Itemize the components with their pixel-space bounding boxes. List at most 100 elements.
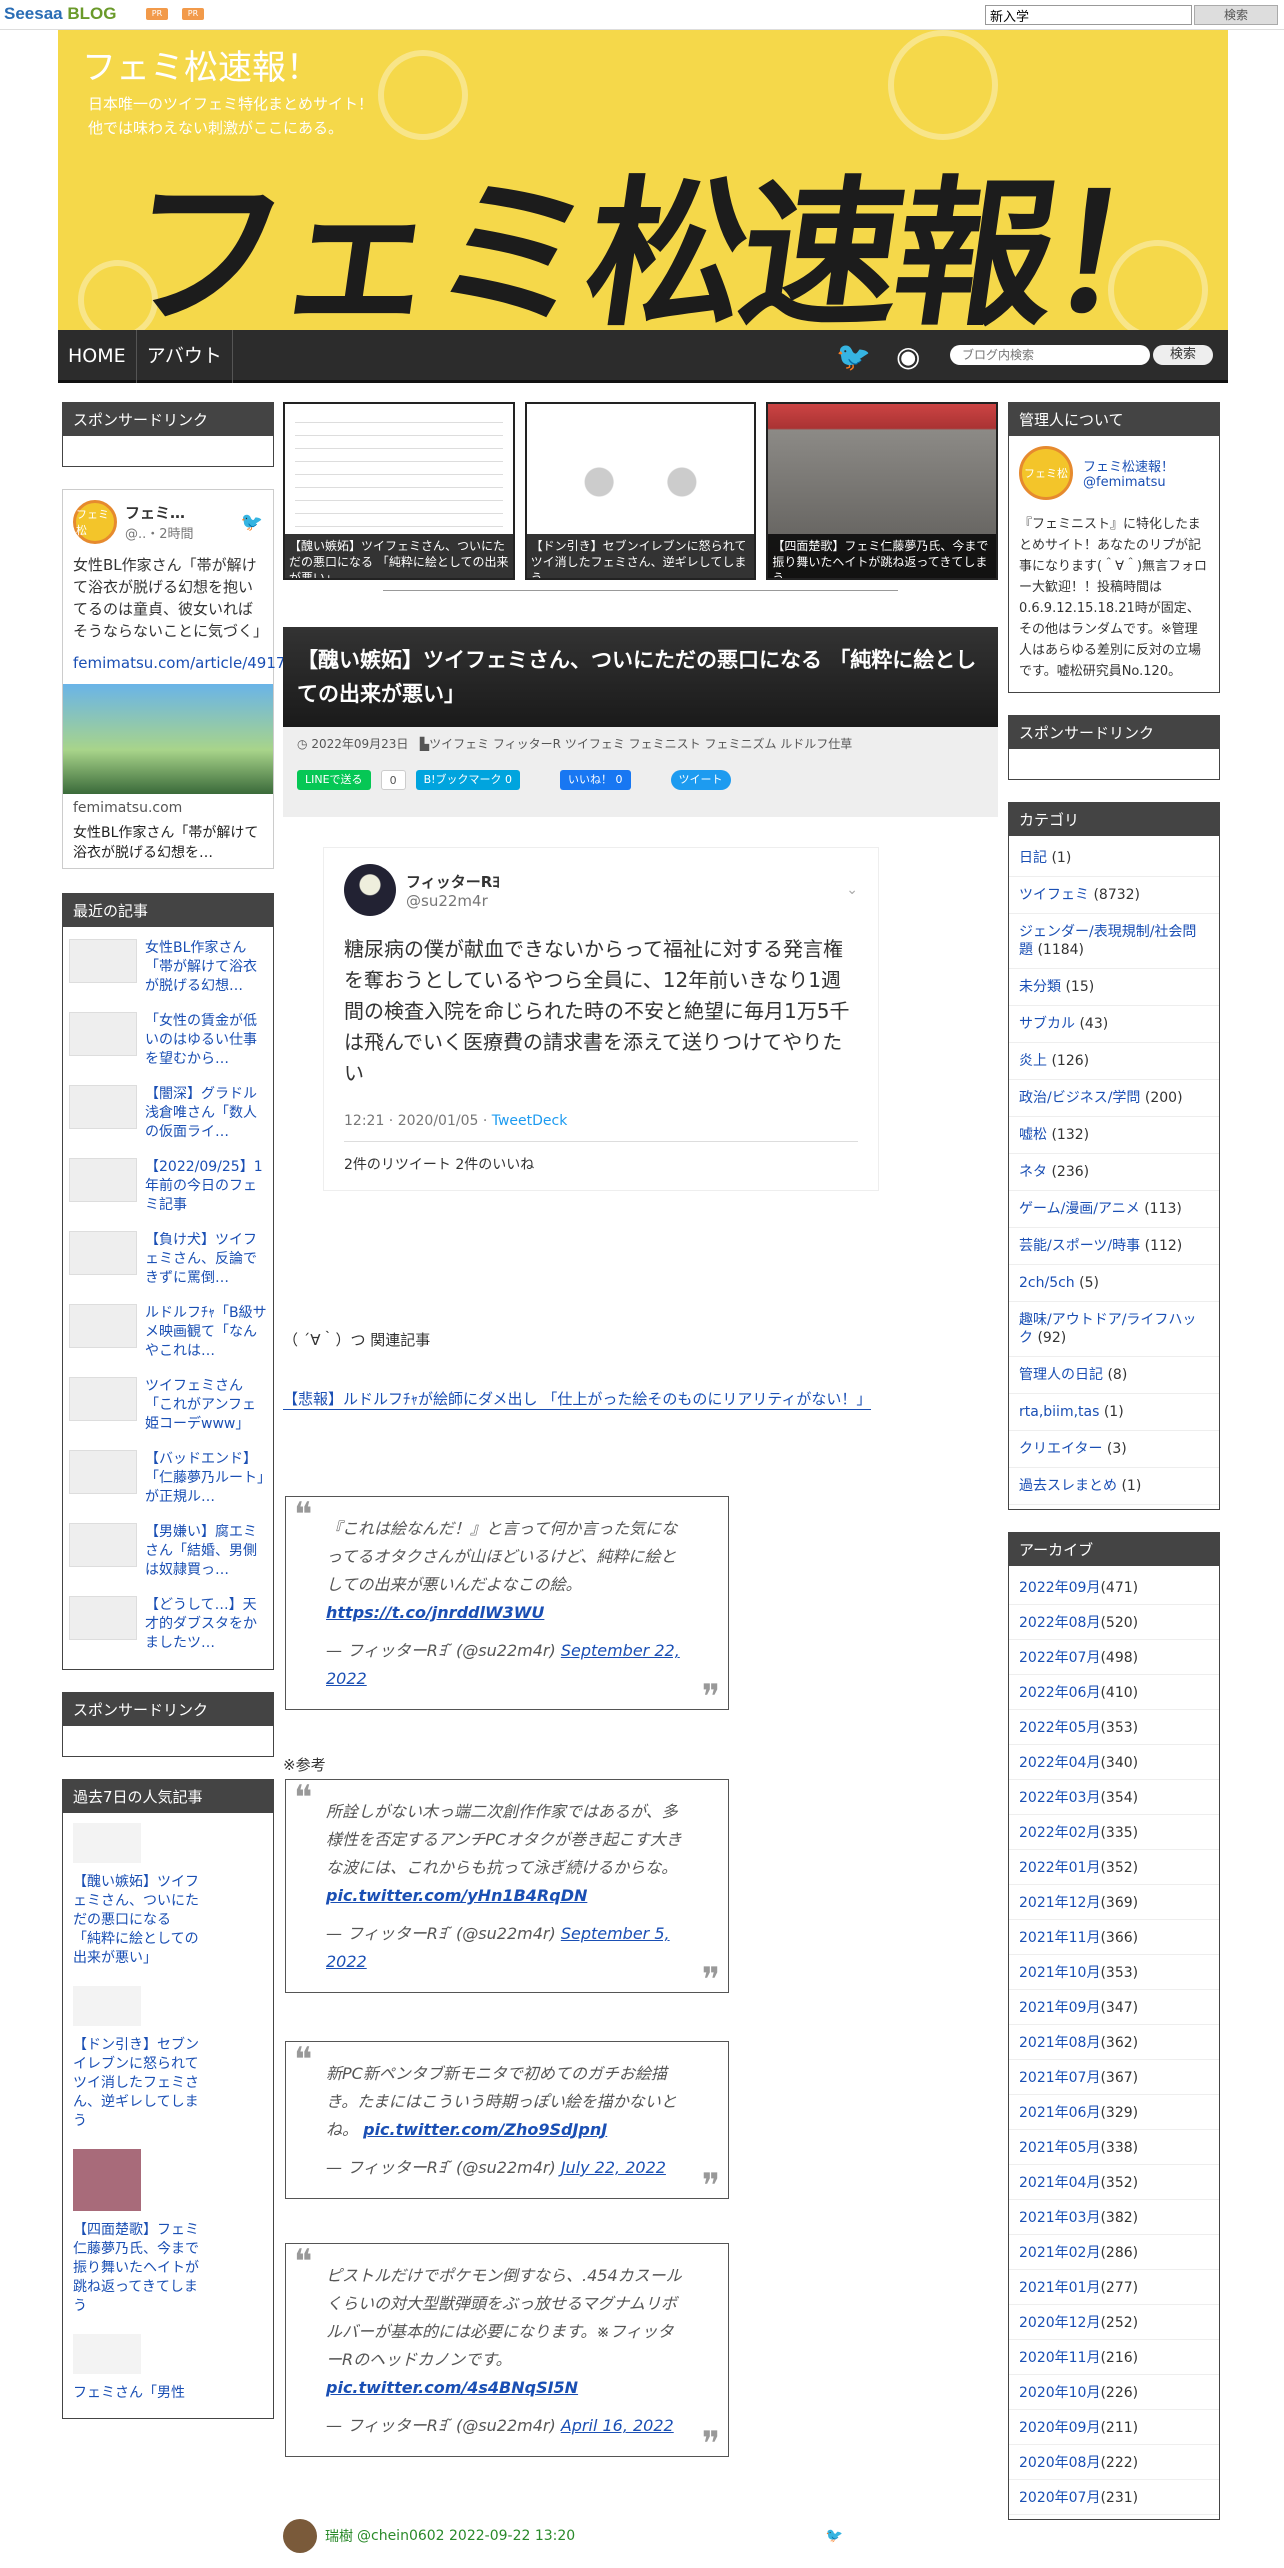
archive-item[interactable]: 2021年06月(329) [1009, 2095, 1219, 2130]
category-item[interactable]: 未分類 (15) [1009, 969, 1219, 1006]
category-item[interactable]: 嘘松 (132) [1009, 1117, 1219, 1154]
facebook-like-button[interactable]: いいね！ 0 [560, 770, 631, 790]
post-thumbnail[interactable] [69, 1450, 137, 1494]
slide-2[interactable]: 【ドン引き】セブンイレブンに怒られてツイ消したフェミさん、逆ギレしてしまう [524, 402, 757, 580]
archive-item[interactable]: 2022年07月(498) [1009, 1640, 1219, 1675]
blog-search-input[interactable] [950, 345, 1150, 365]
avatar[interactable]: フェミ松 [73, 500, 117, 544]
recent-post-item[interactable]: 【どうして…】天才的ダブスタをかましたツ… [63, 1588, 273, 1661]
chevron-down-icon[interactable]: ⌄ [846, 882, 858, 898]
category-item[interactable]: 過去スレまとめ (1) [1009, 1468, 1219, 1505]
post-thumbnail[interactable] [69, 1012, 137, 1056]
popular-post-link[interactable]: フェミさん「男性 [73, 2384, 203, 2403]
category-item[interactable]: クリエイター (3) [1009, 1431, 1219, 1468]
recent-post-link[interactable]: 【負け犬】ツイフェミさん、反論できずに罵倒… [145, 1231, 267, 1288]
category-item[interactable]: rta,biim,tas (1) [1009, 1394, 1219, 1431]
blog-search-button[interactable]: 検索 [1153, 345, 1213, 365]
category-item[interactable]: 炎上 (126) [1009, 1043, 1219, 1080]
archive-item[interactable]: 2022年06月(410) [1009, 1675, 1219, 1710]
tweet-date-link[interactable]: April 16, 2022 [561, 2416, 674, 2435]
seesaa-logo[interactable]: Seesaa BLOG [4, 4, 116, 24]
popular-post-item[interactable]: 【四面楚歌】フェミ仁藤夢乃氏、今まで振り舞いたヘイトが跳ね返ってきてしまう [73, 2149, 263, 2316]
archive-item[interactable]: 2021年05月(338) [1009, 2130, 1219, 2165]
category-item[interactable]: サブカル (43) [1009, 1006, 1219, 1043]
recent-post-item[interactable]: ルドルフﾁｬ「B級サメ映画観て「なんやこれは… [63, 1296, 273, 1369]
post-thumbnail[interactable] [73, 2149, 141, 2211]
recent-post-item[interactable]: 「女性の賃金が低いのはゆるい仕事を望むから… [63, 1004, 273, 1077]
category-item[interactable]: 趣味/アウトドア/ライフハック (92) [1009, 1302, 1219, 1357]
popular-post-item[interactable]: 【ドン引き】セブンイレブンに怒られてツイ消したフェミさん、逆ギレしてしまう [73, 1986, 263, 2131]
recent-post-item[interactable]: 【男嫌い】腐エミさん「結婚、男側は奴隷買っ… [63, 1515, 273, 1588]
recent-post-item[interactable]: ツイフェミさん「これがアンフェ姫コーデwww」 [63, 1369, 273, 1442]
recent-post-link[interactable]: 「女性の賃金が低いのはゆるい仕事を望むから… [145, 1012, 267, 1069]
archive-item[interactable]: 2021年11月(366) [1009, 1920, 1219, 1955]
global-search-button[interactable]: 検索 [1194, 5, 1278, 25]
post-thumbnail[interactable] [73, 2334, 141, 2374]
archive-item[interactable]: 2022年08月(520) [1009, 1605, 1219, 1640]
post-thumbnail[interactable] [69, 1377, 137, 1421]
category-item[interactable]: ゲーム/漫画/アニメ (113) [1009, 1191, 1219, 1228]
archive-item[interactable]: 2020年08月(222) [1009, 2445, 1219, 2480]
site-header[interactable]: フェミ松速報！ フェミ松速報！ 日本唯一のツイフェミ特化まとめサイト！ 他では味わ… [58, 30, 1228, 330]
twitter-embed[interactable]: フェミ松 フェミ… @..・2時間 🐦 女性BL作家さん「帯が解けて浴衣が脱げる… [62, 489, 319, 869]
pr-badge[interactable]: PR [146, 8, 168, 20]
avatar[interactable] [344, 864, 396, 916]
recent-post-link[interactable]: ルドルフﾁｬ「B級サメ映画観て「なんやこれは… [145, 1304, 267, 1361]
twitter-bird-icon[interactable]: 🐦 [826, 2528, 843, 2544]
popular-post-item[interactable]: 【醜い嫉妬】ツイフェミさん、ついにただの悪口になる 「純粋に絵としての出来が悪い… [73, 1823, 263, 1968]
recent-post-item[interactable]: 【2022/09/25】1年前の今日のフェミ記事 [63, 1150, 273, 1223]
popular-post-link[interactable]: 【醜い嫉妬】ツイフェミさん、ついにただの悪口になる 「純粋に絵としての出来が悪い… [73, 1873, 203, 1968]
hatena-bookmark-button[interactable]: B!ブックマーク 0 [415, 770, 521, 790]
line-share-button[interactable]: LINEで送る [297, 770, 371, 790]
archive-item[interactable]: 2021年09月(347) [1009, 1990, 1219, 2025]
slide-1[interactable]: 【醜い嫉妬】ツイフェミさん、ついにただの悪口になる 「純粋に絵としての出来が悪い… [283, 402, 515, 580]
archive-item[interactable]: 2020年09月(211) [1009, 2410, 1219, 2445]
twitter-bird-icon[interactable]: 🐦 [241, 512, 263, 533]
tweet-link[interactable]: pic.twitter.com/Zho9SdJpnJ [363, 2120, 607, 2139]
tweet-link[interactable]: https://t.co/jnrddlW3WU [326, 1603, 544, 1622]
archive-item[interactable]: 2021年08月(362) [1009, 2025, 1219, 2060]
post-thumbnail[interactable] [69, 1158, 137, 1202]
recent-post-link[interactable]: 【どうして…】天才的ダブスタをかましたツ… [145, 1596, 267, 1653]
archive-item[interactable]: 2022年09月(471) [1009, 1570, 1219, 1605]
archive-item[interactable]: 2021年04月(352) [1009, 2165, 1219, 2200]
archive-item[interactable]: 2022年05月(353) [1009, 1710, 1219, 1745]
archive-item[interactable]: 2021年02月(286) [1009, 2235, 1219, 2270]
archive-item[interactable]: 2021年10月(353) [1009, 1955, 1219, 1990]
category-item[interactable]: 芸能/スポーツ/時事 (112) [1009, 1228, 1219, 1265]
category-item[interactable]: ネタ (236) [1009, 1154, 1219, 1191]
category-item[interactable]: ジェンダー/表現規制/社会問題 (1184) [1009, 914, 1219, 969]
avatar[interactable]: フェミ松 [1019, 446, 1073, 500]
recent-post-link[interactable]: 女性BL作家さん「帯が解けて浴衣が脱げる幻想… [145, 939, 267, 996]
recent-post-item[interactable]: 【負け犬】ツイフェミさん、反論できずに罵倒… [63, 1223, 273, 1296]
archive-item[interactable]: 2021年12月(369) [1009, 1885, 1219, 1920]
post-thumbnail[interactable] [69, 1085, 137, 1129]
category-item[interactable]: 2ch/5ch (5) [1009, 1265, 1219, 1302]
article-tags[interactable]: ツイフェミ フィッターR ツイフェミ フェミニスト フェミニズム ルドルフ仕草 [429, 737, 852, 751]
tweet-link[interactable]: pic.twitter.com/yHn1B4RqDN [326, 1886, 587, 1905]
nav-about[interactable]: アバウト [137, 330, 233, 383]
tweetdeck-link[interactable]: TweetDeck [492, 1113, 568, 1129]
category-item[interactable]: 日記 (1) [1009, 840, 1219, 877]
post-thumbnail[interactable] [69, 1304, 137, 1348]
popular-post-link[interactable]: 【ドン引き】セブンイレブンに怒られてツイ消したフェミさん、逆ギレしてしまう [73, 2036, 203, 2131]
archive-item[interactable]: 2021年01月(277) [1009, 2270, 1219, 2305]
archive-item[interactable]: 2020年07月(231) [1009, 2480, 1219, 2515]
archive-item[interactable]: 2022年01月(352) [1009, 1850, 1219, 1885]
recent-post-item[interactable]: 女性BL作家さん「帯が解けて浴衣が脱げる幻想… [63, 931, 273, 1004]
post-thumbnail[interactable] [69, 1231, 137, 1275]
post-thumbnail[interactable] [73, 1986, 141, 2026]
archive-item[interactable]: 2020年12月(252) [1009, 2305, 1219, 2340]
archive-item[interactable]: 2020年10月(226) [1009, 2375, 1219, 2410]
post-thumbnail[interactable] [69, 1523, 137, 1567]
recent-post-link[interactable]: ツイフェミさん「これがアンフェ姫コーデwww」 [145, 1377, 267, 1434]
archive-item[interactable]: 2020年11月(216) [1009, 2340, 1219, 2375]
related-article-link[interactable]: 【悲報】ルドルフﾁｬが絵師にダメ出し 「仕上がった絵そのものにリアリティがない！… [283, 1390, 871, 1408]
nav-home[interactable]: HOME [58, 330, 137, 383]
global-search-input[interactable] [985, 5, 1192, 25]
tweet-card-image[interactable] [63, 684, 273, 794]
popular-post-link[interactable]: 【四面楚歌】フェミ仁藤夢乃氏、今まで振り舞いたヘイトが跳ね返ってきてしまう [73, 2221, 203, 2316]
popular-post-item[interactable]: フェミさん「男性 [73, 2334, 263, 2403]
tweet-link[interactable]: femimatsu.com/article/491753... [73, 654, 319, 672]
embedded-tweet[interactable]: フィッターRﾖ @su22m4r ⌄ 糖尿病の僕が献血できないからって福祉に対す… [323, 847, 879, 1191]
